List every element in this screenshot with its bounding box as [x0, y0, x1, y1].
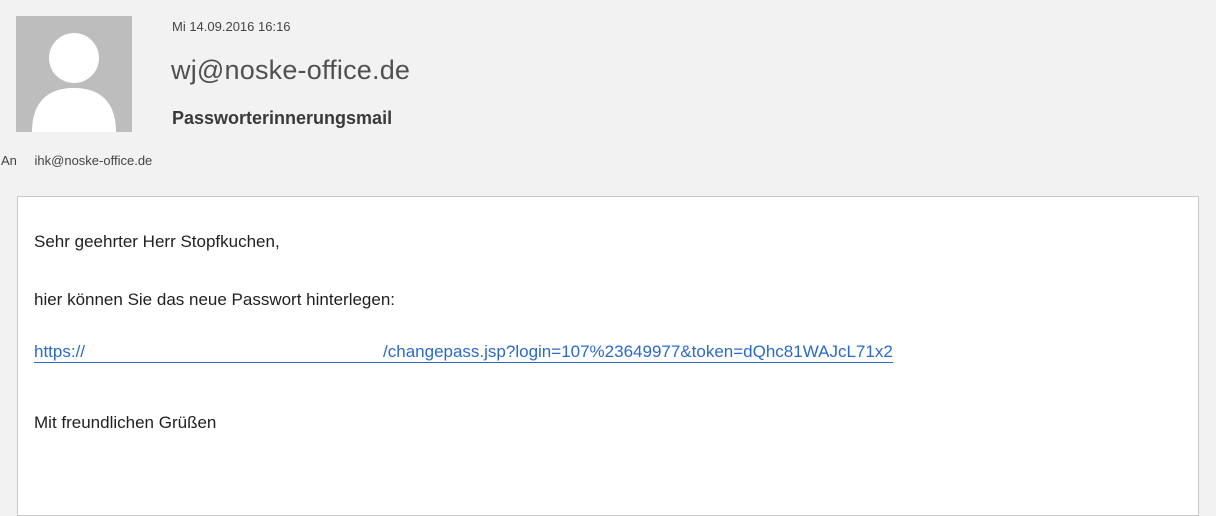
- closing-text: Mit freundlichen Grüßen: [34, 413, 217, 432]
- greeting-text: Sehr geehrter Herr Stopfkuchen,: [34, 232, 280, 251]
- message-body: Sehr geehrter Herr Stopfkuchen, hier kön…: [17, 196, 1199, 516]
- recipient-row: An ihk@noske-office.de: [1, 153, 152, 168]
- password-reset-link-line: https:// /changepass.jsp?login=107%236499…: [34, 342, 893, 363]
- intro-text: hier können Sie das neue Passwort hinter…: [34, 290, 396, 309]
- link-prefix: https://: [34, 342, 86, 361]
- message-header: Mi 14.09.2016 16:16 wj@noske-office.de P…: [0, 0, 1216, 185]
- to-label: An: [1, 153, 17, 168]
- recipient-address[interactable]: ihk@noske-office.de: [35, 153, 153, 168]
- sender-avatar[interactable]: [16, 16, 132, 132]
- password-reset-link[interactable]: https:// /changepass.jsp?login=107%236499…: [34, 342, 893, 363]
- message-subject: Passworterinnerungsmail: [172, 108, 393, 128]
- message-date: Mi 14.09.2016 16:16: [172, 19, 291, 34]
- link-suffix: /changepass.jsp?login=107%23649977&token…: [383, 342, 893, 361]
- person-silhouette-icon: [16, 16, 132, 132]
- sender-address[interactable]: wj@noske-office.de: [171, 55, 410, 86]
